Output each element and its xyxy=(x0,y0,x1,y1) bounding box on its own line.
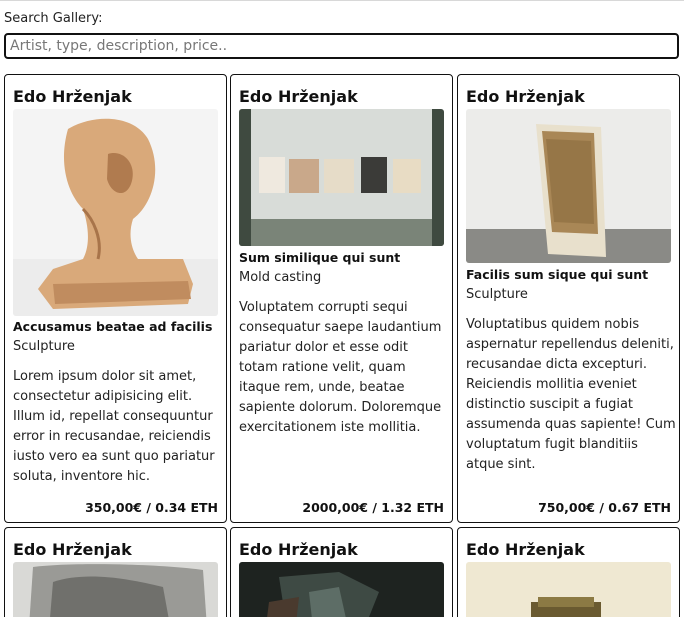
artwork-image[interactable] xyxy=(13,109,218,316)
card-title: Facilis sum sique qui sunt xyxy=(466,267,649,282)
artwork-image[interactable] xyxy=(239,109,444,246)
search-input[interactable] xyxy=(4,33,679,59)
card-title: Sum similique qui sunt xyxy=(239,250,401,265)
card-description: Voluptatem corrupti sequi consequatur sa… xyxy=(239,300,442,435)
card-artist: Edo Hrženjak xyxy=(239,87,358,106)
artwork-card[interactable]: Edo Hrženjak Facilis sum sique qui sunt … xyxy=(457,74,680,523)
card-artist: Edo Hrženjak xyxy=(13,540,132,559)
artwork-image[interactable] xyxy=(13,562,218,617)
search-label: Search Gallery: xyxy=(4,11,103,26)
artwork-card[interactable]: Edo Hrženjak Accusamus beatae ad facilis… xyxy=(4,74,227,523)
card-description: Lorem ipsum dolor sit amet, consectetur … xyxy=(13,369,215,484)
card-artist: Edo Hrženjak xyxy=(239,540,358,559)
artwork-card[interactable]: Edo Hrženjak Sum similique qui sunt Mold… xyxy=(230,74,453,523)
card-type: Sculpture xyxy=(13,339,75,354)
top-divider xyxy=(0,0,684,1)
artwork-card[interactable]: Edo Hrženjak xyxy=(457,527,680,617)
artwork-image[interactable] xyxy=(466,109,671,263)
artwork-image[interactable] xyxy=(466,562,671,617)
card-price: 350,00€ / 0.34 ETH xyxy=(85,500,218,515)
artwork-card[interactable]: Edo Hrženjak xyxy=(230,527,453,617)
card-type: Sculpture xyxy=(466,287,528,302)
card-type: Mold casting xyxy=(239,270,322,285)
artwork-card[interactable]: Edo Hrženjak xyxy=(4,527,227,617)
card-price: 2000,00€ / 1.32 ETH xyxy=(302,500,444,515)
artwork-image[interactable] xyxy=(239,562,444,617)
card-title: Accusamus beatae ad facilis xyxy=(13,319,213,334)
card-price: 750,00€ / 0.67 ETH xyxy=(538,500,671,515)
card-artist: Edo Hrženjak xyxy=(13,87,132,106)
card-artist: Edo Hrženjak xyxy=(466,540,585,559)
card-artist: Edo Hrženjak xyxy=(466,87,585,106)
card-description: Voluptatibus quidem nobis aspernatur rep… xyxy=(466,317,676,472)
